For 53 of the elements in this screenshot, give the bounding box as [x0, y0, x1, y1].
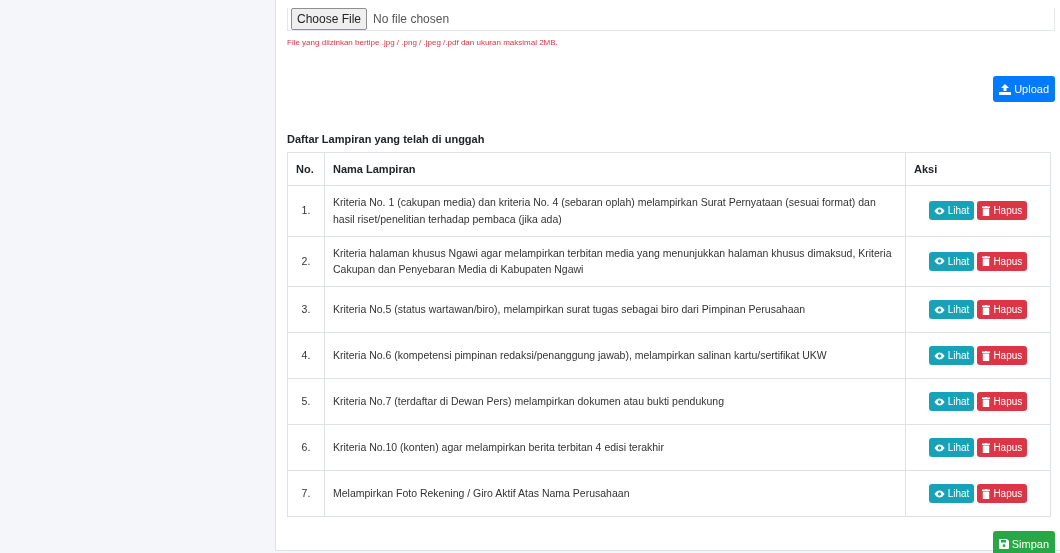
table-cell: 6. — [287, 424, 325, 471]
delete-button[interactable]: Hapus — [977, 484, 1028, 504]
view-button[interactable]: Lihat — [928, 392, 975, 412]
view-button[interactable]: Lihat — [928, 346, 975, 366]
delete-button[interactable]: Hapus — [977, 300, 1028, 320]
eye-icon — [933, 206, 945, 215]
view-button[interactable]: Lihat — [928, 484, 975, 504]
view-button[interactable]: Lihat — [928, 251, 975, 271]
file-type-hint: File yang diizinkan bertipe .jpg / .png / .jpeg /.pdf dan ukuran maksimal 2MB. — [287, 38, 559, 47]
table-cell: 2. — [287, 236, 325, 287]
table-cell: Kriteria No.6 (kompetensi pimpinan redaksi/penanggung jawab), melampirkan salinan kartu/sertifikat UKW — [324, 332, 906, 379]
table-cell: Kriteria No.5 (status wartawan/biro), melampirkan surat tugas sebagai biro dari Pimpinan Perusahaan — [324, 286, 906, 333]
delete-button[interactable]: Hapus — [977, 251, 1028, 271]
delete-button[interactable]: Hapus — [977, 438, 1028, 458]
table-cell: Kriteria halaman khusus Ngawi agar melampirkan terbitan media yang menunjukkan halaman khusus dimaksud, Kriteria Cakupan dan Penyebaran Media di Kabupaten Ngawi — [324, 236, 906, 287]
attachment-list-title: Daftar Lampiran yang telah di unggah — [287, 133, 486, 145]
file-input[interactable]: Choose File No file chosen — [287, 8, 1055, 31]
view-button[interactable]: Lihat — [928, 201, 975, 221]
table-cell: 1. — [287, 185, 325, 237]
table-cell: Kriteria No.7 (terdaftar di Dewan Pers) melampirkan dokumen atau bukti pendukung — [324, 378, 906, 425]
upload-icon — [999, 83, 1012, 95]
eye-icon — [933, 489, 945, 498]
table-cell: Kriteria No. 1 (cakupan media) dan kriteria No. 4 (sebaran oplah) melampirkan Surat Pernyataan (sesuai format) dan hasil riset/penelitian terhadap pembaca (jika ada) — [324, 185, 906, 237]
trash-icon — [982, 350, 991, 361]
view-button[interactable]: Lihat — [928, 438, 975, 458]
trash-icon — [982, 396, 991, 407]
table-cell: 4. — [287, 332, 325, 379]
trash-icon — [982, 442, 991, 453]
eye-icon — [933, 443, 945, 452]
table-cell: Kriteria No.10 (konten) agar melampirkan berita terbitan 4 edisi terakhir — [324, 424, 906, 471]
eye-icon — [933, 305, 945, 314]
eye-icon — [933, 257, 945, 266]
delete-button[interactable]: Hapus — [977, 201, 1028, 221]
table-cell: 5. — [287, 378, 325, 425]
table-cell: 3. — [287, 286, 325, 333]
eye-icon — [933, 351, 945, 360]
trash-icon — [982, 256, 991, 267]
table-cell: Melampirkan Foto Rekening / Giro Aktif Atas Nama Perusahaan — [324, 470, 906, 517]
upload-button[interactable]: Upload — [993, 76, 1055, 102]
choose-file-button[interactable]: Choose File — [291, 8, 368, 30]
view-button[interactable]: Lihat — [928, 300, 975, 320]
trash-icon — [982, 304, 991, 315]
column-header: Aksi — [905, 152, 1051, 186]
eye-icon — [933, 397, 945, 406]
table-cell: 7. — [287, 470, 325, 517]
trash-icon — [982, 205, 991, 216]
column-header: Nama Lampiran — [324, 152, 906, 186]
file-status-text: No file chosen — [373, 12, 450, 26]
save-button[interactable]: Simpan — [992, 531, 1055, 553]
column-header: No. — [287, 152, 325, 186]
delete-button[interactable]: Hapus — [977, 392, 1028, 412]
delete-button[interactable]: Hapus — [977, 346, 1028, 366]
trash-icon — [982, 488, 991, 499]
